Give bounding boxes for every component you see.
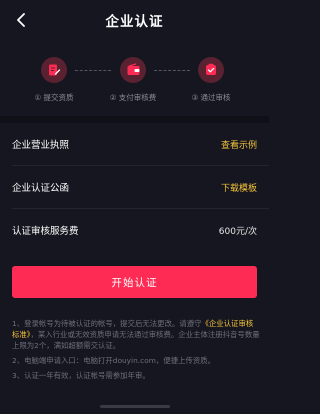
step-1-icon-circle xyxy=(41,57,67,83)
step-3-label: ③ 通过审核 xyxy=(191,93,231,102)
row-service-fee: 认证审核服务费 600元/次 xyxy=(0,209,269,251)
note-2: 2、电脑端申请入口：电脑打开douyin.com，便捷上传资质。 xyxy=(12,356,216,365)
notes-section: 1、登录帐号为待被认证的帐号，提交后无法更改。请遵守《企业认证审核标准》，某入行… xyxy=(12,318,260,385)
note-1: 1、登录帐号为待被认证的帐号，提交后无法更改。请遵守《企业认证审核标准》，某入行… xyxy=(12,318,260,351)
service-fee-label: 认证审核服务费 xyxy=(12,226,79,237)
step-2-label: ② 支付审核费 xyxy=(109,93,157,102)
step-connector xyxy=(154,70,190,71)
section-divider xyxy=(0,116,269,123)
back-button[interactable] xyxy=(10,9,32,31)
certification-letter-label: 企业认证公函 xyxy=(12,183,70,194)
row-certification-letter: 企业认证公函 下载模板 xyxy=(0,166,269,208)
progress-steps: ① 提交资质 ② 支付审核费 ③ 通过审核 xyxy=(0,52,269,110)
step-connector xyxy=(75,70,111,71)
chevron-left-icon xyxy=(17,13,25,27)
badge-check-icon xyxy=(206,63,216,75)
wallet-icon xyxy=(127,63,139,75)
business-license-label: 企业营业执照 xyxy=(12,140,70,151)
nav-bar: 企业认证 xyxy=(0,0,269,40)
home-indicator xyxy=(100,405,170,408)
service-fee-value: 600元/次 xyxy=(218,226,257,237)
note-1-text-after: ，某入行业或无效资质申请无法通过审核费。企业主体注册抖音号数量上限为2个，满如超… xyxy=(12,330,260,350)
step-3-icon-circle xyxy=(198,57,224,83)
step-1-label: ① 提交资质 xyxy=(34,93,74,102)
start-certification-button[interactable]: 开始认证 xyxy=(12,266,257,298)
page-title: 企业认证 xyxy=(105,14,164,30)
download-template-link[interactable]: 下载模板 xyxy=(221,181,257,194)
step-2-icon-circle xyxy=(120,57,146,83)
view-example-link[interactable]: 查看示例 xyxy=(221,138,257,151)
document-edit-icon xyxy=(49,64,61,76)
note-3: 3、认证一年有效，认证帐号需参加年审。 xyxy=(12,371,150,380)
row-business-license: 企业营业执照 查看示例 xyxy=(0,123,269,165)
note-1-text-before: 1、登录帐号为待被认证的帐号，提交后无法更改。请遵守 xyxy=(12,319,202,328)
